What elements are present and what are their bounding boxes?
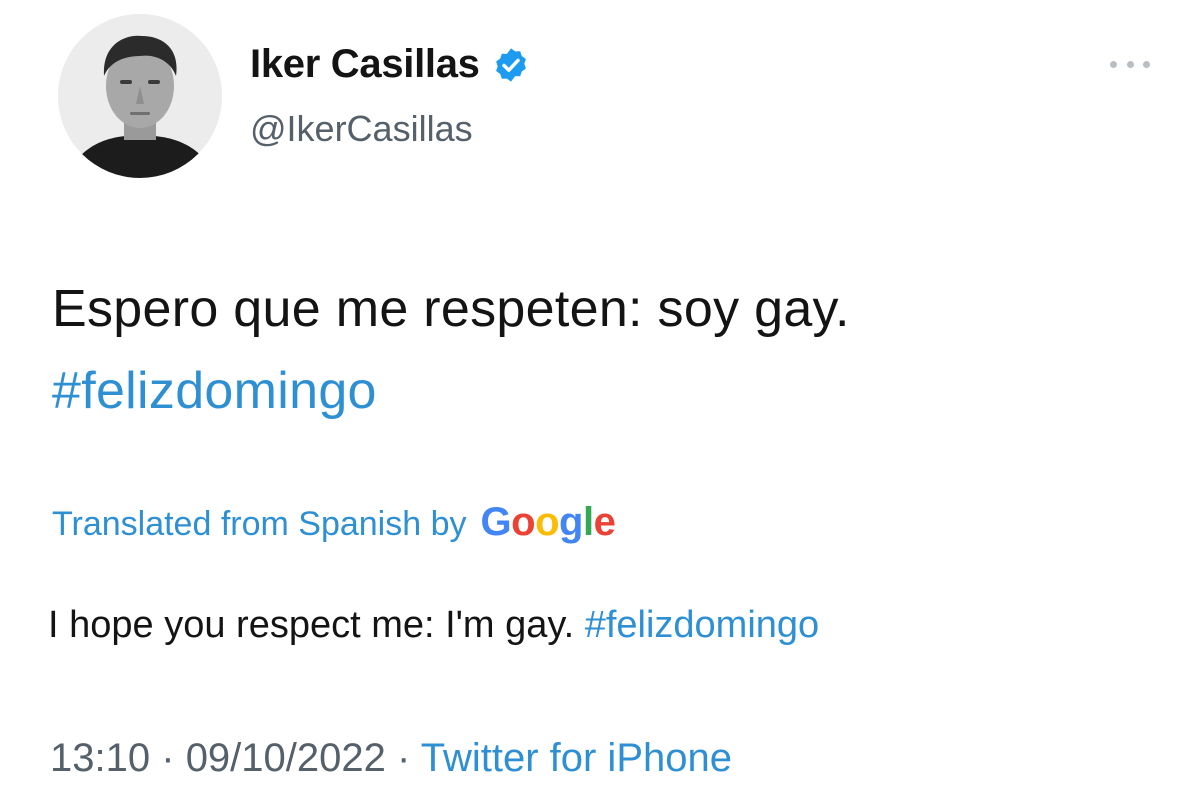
more-dot: [1110, 60, 1117, 68]
author-name-row[interactable]: Iker Casillas: [250, 42, 530, 87]
google-letter: g: [559, 500, 583, 544]
tweet-metadata: 13:10 · 09/10/2022 · Twitter for iPhone: [50, 736, 732, 781]
tweet-date[interactable]: 09/10/2022: [186, 736, 386, 780]
google-letter: l: [582, 500, 594, 544]
more-options-icon[interactable]: [1110, 56, 1150, 72]
google-letter: o: [511, 500, 536, 544]
translation-attribution: Translated from Spanish by Google: [52, 500, 616, 545]
meta-separator: ·: [397, 736, 411, 780]
avatar-photo: [58, 14, 222, 178]
translated-text: I hope you respect me: I'm gay. #felizdo…: [48, 604, 819, 647]
google-letter: e: [593, 500, 616, 544]
google-logo: Google: [481, 500, 616, 545]
tweet-hashtag-link[interactable]: #felizdomingo: [52, 350, 850, 432]
meta-separator: ·: [161, 736, 175, 780]
google-letter: o: [535, 500, 559, 544]
translated-text-main: I hope you respect me: I'm gay.: [48, 604, 575, 646]
translated-from-label[interactable]: Translated from Spanish by: [52, 505, 467, 544]
tweet-source-link[interactable]: Twitter for iPhone: [421, 736, 732, 780]
google-letter: G: [480, 500, 512, 544]
verified-badge-icon: [492, 46, 530, 84]
more-dot: [1143, 60, 1150, 68]
tweet-card: Iker Casillas @IkerCasillas Espero que m…: [0, 0, 1200, 810]
avatar[interactable]: [58, 14, 222, 178]
more-dot: [1126, 60, 1134, 68]
author-display-name[interactable]: Iker Casillas: [250, 42, 480, 87]
author-handle[interactable]: @IkerCasillas: [250, 108, 473, 150]
tweet-body: Espero que me respeten: soy gay. #felizd…: [52, 268, 850, 432]
tweet-text-main: Espero que me respeten: soy gay.: [52, 280, 850, 338]
translated-hashtag-link[interactable]: #felizdomingo: [585, 604, 819, 646]
tweet-time[interactable]: 13:10: [50, 736, 150, 780]
